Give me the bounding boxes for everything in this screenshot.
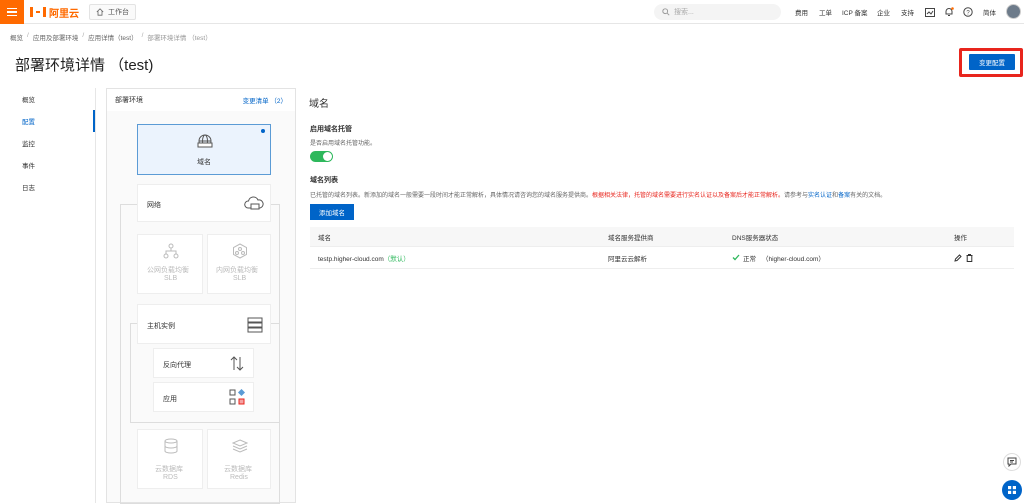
env-card-public-slb[interactable]: 公网负载均衡 SLB xyxy=(137,234,203,294)
env-card-network[interactable]: 网络 xyxy=(137,184,271,222)
add-domain-button[interactable]: 添加域名 xyxy=(310,204,354,220)
home-icon xyxy=(96,8,104,16)
chat-icon xyxy=(1007,457,1017,467)
nav-icp[interactable]: ICP 备案 xyxy=(842,0,868,24)
logo-mark-icon xyxy=(30,7,46,17)
nav-ticket[interactable]: 工单 xyxy=(819,0,832,24)
env-card-reverse-proxy[interactable]: 反向代理 xyxy=(153,348,254,378)
assistant-button[interactable] xyxy=(1002,480,1022,500)
menu-icon[interactable] xyxy=(0,0,24,24)
server-icon xyxy=(247,317,263,333)
language-switch[interactable]: 简体 xyxy=(983,0,996,24)
delete-icon[interactable] xyxy=(966,253,973,262)
env-panel: 部署环境 变更清单 （2） 域名 网络 公网负载均衡 SLB 内网负载均衡 SL… xyxy=(106,88,296,504)
layers-icon xyxy=(232,439,248,453)
actions-cell xyxy=(954,253,973,262)
nav-billing[interactable]: 费用 xyxy=(795,0,808,24)
workbench-button[interactable]: 工作台 xyxy=(89,4,136,20)
col-dns-status: DNS服务器状态 xyxy=(732,234,779,242)
change-list-link[interactable]: 变更清单 （2） xyxy=(243,95,287,105)
domain-list-desc: 已托管的域名列表。新添加的域名一般需要一段时间才能正常解析，具体情况请咨询您的域… xyxy=(310,193,887,199)
left-nav: 概览 配置 监控 事件 日志 xyxy=(0,88,96,503)
breadcrumb-app-detail[interactable]: 应用详情（test） xyxy=(88,32,137,42)
apps-grid-icon xyxy=(229,389,245,405)
env-card-redis[interactable]: 云数据库 Redis xyxy=(207,429,271,489)
breadcrumb: 概览 / 应用及部署环境 / 应用详情（test） / 部署环境详情 （test） xyxy=(10,32,212,42)
dns-status-cell: 正常 （higher-cloud.com） xyxy=(732,253,825,263)
realname-link[interactable]: 实名认证 xyxy=(808,193,832,199)
private-network-icon xyxy=(233,243,247,259)
nav-support[interactable]: 支持 xyxy=(901,0,914,24)
annotation-highlight-box xyxy=(959,48,1023,77)
hosting-label: 启用域名托管 xyxy=(310,126,352,133)
nav-item-logs[interactable]: 日志 xyxy=(0,176,95,198)
breadcrumb-apps[interactable]: 应用及部署环境 xyxy=(33,32,79,42)
table-header: 域名 域名服务提供商 DNS服务器状态 操作 xyxy=(310,227,1014,247)
breadcrumb-current: 部署环境详情 （test） xyxy=(147,35,212,42)
env-card-app[interactable]: 应用 xyxy=(153,382,254,412)
breadcrumb-overview[interactable]: 概览 xyxy=(10,32,23,42)
avatar[interactable] xyxy=(1006,4,1021,19)
env-card-rds[interactable]: 云数据库 RDS xyxy=(137,429,203,489)
env-card-private-slb[interactable]: 内网负载均衡 SLB xyxy=(207,234,271,294)
database-icon xyxy=(164,438,178,454)
hosting-desc: 是否启用域名托管功能。 xyxy=(310,141,377,147)
section-title: 域名 xyxy=(309,99,329,110)
apps-icon xyxy=(1008,486,1016,494)
default-tag: （默认） xyxy=(383,255,410,263)
col-provider: 域名服务提供商 xyxy=(608,234,654,242)
env-card-domain[interactable]: 域名 xyxy=(137,124,271,175)
nav-item-config[interactable]: 配置 xyxy=(0,110,95,132)
env-card-host[interactable]: 主机实例 xyxy=(137,304,271,344)
legal-warning: 根据相关法律，托管的域名需要进行实名认证以及备案后才能正常解析。 xyxy=(592,193,785,199)
globe-icon xyxy=(197,134,213,148)
provider-cell: 阿里云云解析 xyxy=(608,255,647,263)
feedback-button[interactable] xyxy=(1003,453,1021,471)
cloud-icon xyxy=(244,196,264,210)
arrows-up-down-icon xyxy=(230,356,244,371)
network-tree-icon xyxy=(163,243,179,259)
nav-item-overview[interactable]: 概览 xyxy=(0,88,95,110)
search-icon xyxy=(662,8,670,16)
check-icon xyxy=(732,254,740,261)
nav-item-events[interactable]: 事件 xyxy=(0,154,95,176)
top-bar: 阿里云 工作台 搜索... 费用 工单 ICP 备案 企业 支持 ? 简体 xyxy=(0,0,1024,24)
message-icon[interactable] xyxy=(925,0,935,24)
domain-table: 域名 域名服务提供商 DNS服务器状态 操作 testp.higher-clou… xyxy=(310,227,1014,269)
aliyun-logo[interactable]: 阿里云 xyxy=(30,5,79,20)
nav-item-monitor[interactable]: 监控 xyxy=(0,132,95,154)
bell-icon[interactable] xyxy=(944,0,954,24)
env-panel-header: 部署环境 变更清单 （2） xyxy=(107,89,295,111)
icp-link[interactable]: 备案 xyxy=(838,193,850,199)
table-row: testp.higher-cloud.com（默认） 阿里云云解析 正常 （hi… xyxy=(310,247,1014,269)
nav-enterprise[interactable]: 企业 xyxy=(877,0,890,24)
toggle-knob xyxy=(323,152,332,161)
domain-cell: testp.higher-cloud.com（默认） xyxy=(318,255,410,263)
edit-icon[interactable] xyxy=(954,253,962,262)
env-panel-title: 部署环境 xyxy=(115,97,143,104)
domain-list-label: 域名列表 xyxy=(310,177,338,184)
col-actions: 操作 xyxy=(954,234,967,242)
search-input[interactable]: 搜索... xyxy=(654,4,781,20)
col-domain: 域名 xyxy=(318,234,331,242)
page-title: 部署环境详情 （test) xyxy=(15,57,154,74)
hosting-toggle[interactable] xyxy=(310,151,333,162)
selected-dot xyxy=(261,129,265,133)
help-icon[interactable]: ? xyxy=(963,0,973,24)
